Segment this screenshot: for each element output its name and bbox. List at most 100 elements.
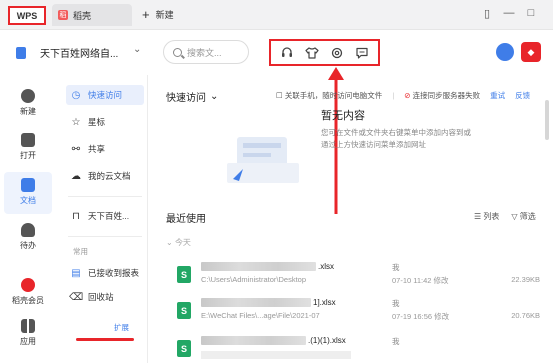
nav-item-label: 回收站 xyxy=(88,292,114,302)
wps-home-tab[interactable]: WPS xyxy=(8,6,46,25)
tab-docer[interactable]: 稻 稻壳 xyxy=(52,4,132,26)
document-icon xyxy=(21,178,35,192)
member-avatar[interactable]: ◆ xyxy=(521,42,541,62)
expand-link[interactable]: 扩展 xyxy=(114,322,129,333)
member-icon xyxy=(21,278,35,292)
file-name: 1].xlsx xyxy=(313,298,336,307)
gear-icon[interactable] xyxy=(329,45,345,61)
workspace-name[interactable]: 天下百姓网络自... xyxy=(40,45,118,60)
clock-icon: ◷ xyxy=(71,89,81,101)
nav-section-common: 常用 xyxy=(73,247,88,256)
file-row[interactable]: S 1].xlsx E:\WeChat Files\...age\File\20… xyxy=(166,296,546,332)
chevron-down-icon: ⌄ xyxy=(210,91,219,102)
file-path: C:\Users\Administrator\Desktop xyxy=(201,275,307,284)
list-view-label: 列表 xyxy=(483,212,500,221)
workspace-icon xyxy=(16,47,26,59)
file-row[interactable]: S .xlsx C:\Users\Administrator\Desktop 我… xyxy=(166,260,546,296)
excel-file-icon: S xyxy=(177,340,191,357)
list-view-button[interactable]: ☰ 列表 xyxy=(474,211,499,222)
nav-item-label: 已接收到报表 xyxy=(88,268,140,278)
rail-item-todo[interactable]: 待办 xyxy=(0,223,56,251)
rail-item-documents[interactable]: 文档 xyxy=(0,178,56,206)
check-icon xyxy=(21,223,35,237)
retry-link[interactable]: 重试 xyxy=(490,90,505,101)
empty-illustration xyxy=(227,137,299,183)
tab-bar: WPS 稻 稻壳 + 新建 ▯ — □ xyxy=(0,0,553,30)
nav-item-starred[interactable]: ☆ 星标 xyxy=(66,112,144,132)
search-input[interactable]: 搜索文... xyxy=(163,40,249,64)
nav-item-recycle[interactable]: ⌫ 回收站 xyxy=(66,287,144,307)
empty-description: 您可在文件或文件夹右键菜单中添加内容到或通过上方快速访问菜单添加网址 xyxy=(321,128,471,149)
associate-phone-label: 关联手机，随时访问电脑文件 xyxy=(284,91,383,100)
file-row[interactable]: S .(1)(1).xlsx 我 xyxy=(166,334,546,363)
scrollbar[interactable] xyxy=(545,100,549,140)
rail-item-open[interactable]: 打开 xyxy=(0,133,56,161)
sync-fail-label: 连接同步服务器失败 xyxy=(412,91,481,100)
filter-button[interactable]: ▽ 筛选 xyxy=(511,211,535,222)
nav-item-label: 快速访问 xyxy=(88,90,123,100)
plus-icon: + xyxy=(142,6,150,22)
excel-file-icon: S xyxy=(177,302,191,319)
nav-item-cloud-docs[interactable]: ☁ 我的云文档 xyxy=(66,166,144,186)
rail-item-label: 应用 xyxy=(20,337,36,346)
docer-logo-icon: 稻 xyxy=(58,10,68,20)
nav-item-label: 星标 xyxy=(88,117,106,127)
recent-title: 最近使用 xyxy=(166,214,206,225)
file-owner: 我 xyxy=(392,263,400,272)
file-size: 22.39KB xyxy=(511,275,540,284)
rail-item-label: 打开 xyxy=(20,151,36,160)
nav-item-team[interactable]: ⊓ 天下百姓... xyxy=(66,206,144,226)
search-placeholder: 搜索文... xyxy=(187,47,222,58)
file-owner: 我 xyxy=(392,337,400,346)
nav-item-label: 天下百姓... xyxy=(88,211,130,221)
feedback-link[interactable]: 反馈 xyxy=(515,90,530,101)
file-path xyxy=(201,351,351,359)
account-avatar[interactable] xyxy=(496,43,514,61)
left-rail: 新建 打开 文档 待办 稻壳会员 应用 xyxy=(0,75,56,363)
rail-item-new[interactable]: 新建 xyxy=(0,89,56,117)
documents-nav: ◷ 快速访问 ☆ 星标 ⚯ 共享 ☁ 我的云文档 ⊓ 天下百姓... 常用 ▤ … xyxy=(56,75,148,363)
rail-item-label: 稻壳会员 xyxy=(12,296,44,305)
redacted-name xyxy=(201,336,306,345)
separator: | xyxy=(392,91,395,100)
associate-phone-link[interactable]: ☐ 关联手机，随时访问电脑文件 xyxy=(276,90,382,101)
nav-item-quick-access[interactable]: ◷ 快速访问 xyxy=(66,85,144,105)
new-tab-button[interactable]: + 新建 xyxy=(142,8,174,21)
tab-docer-label: 稻壳 xyxy=(73,10,92,21)
redacted-name xyxy=(201,262,316,271)
nav-item-shared[interactable]: ⚯ 共享 xyxy=(66,139,144,159)
file-owner: 我 xyxy=(392,299,400,308)
rail-item-apps[interactable]: 应用 xyxy=(0,319,56,347)
main-content: 快速访问 ⌄ ☐ 关联手机，随时访问电脑文件 | ⊘ 连接同步服务器失败 重试 … xyxy=(149,75,553,363)
chevron-down-icon[interactable]: ⌄ xyxy=(133,44,141,55)
rail-item-label: 新建 xyxy=(20,107,36,116)
search-icon xyxy=(173,47,182,57)
share-icon: ⚯ xyxy=(71,143,81,155)
header-tools xyxy=(269,39,380,66)
nav-divider xyxy=(68,196,142,197)
minimize-icon[interactable]: — xyxy=(502,6,516,20)
filter-label: 筛选 xyxy=(519,212,536,221)
rail-item-member[interactable]: 稻壳会员 xyxy=(0,278,56,306)
quick-access-header[interactable]: 快速访问 ⌄ xyxy=(166,89,218,104)
maximize-icon[interactable]: □ xyxy=(524,6,538,20)
rail-item-label: 文档 xyxy=(20,196,36,205)
trash-icon: ⌫ xyxy=(68,291,84,303)
star-icon: ☆ xyxy=(71,116,81,128)
excel-file-icon: S xyxy=(177,266,191,283)
file-time: 07-10 11:42 修改 xyxy=(392,276,449,285)
header: 天下百姓网络自... ⌄ 搜索文... ◆ xyxy=(0,30,553,75)
nav-item-label: 共享 xyxy=(88,144,106,154)
nav-item-received[interactable]: ▤ 已接收到报表 xyxy=(66,263,144,283)
cloud-icon: ☁ xyxy=(71,170,81,182)
today-label: 今天 xyxy=(174,238,191,247)
shirt-icon[interactable] xyxy=(304,45,320,61)
window-layout-icon[interactable]: ▯ xyxy=(480,6,494,20)
chat-icon[interactable] xyxy=(354,45,370,61)
rail-item-label: 待办 xyxy=(20,241,36,250)
file-name: .xlsx xyxy=(318,262,334,271)
warning-icon: ⊘ xyxy=(404,91,411,100)
empty-title: 暂无内容 xyxy=(321,110,365,122)
headset-icon[interactable] xyxy=(279,45,295,61)
report-folder-icon: ▤ xyxy=(71,267,81,279)
